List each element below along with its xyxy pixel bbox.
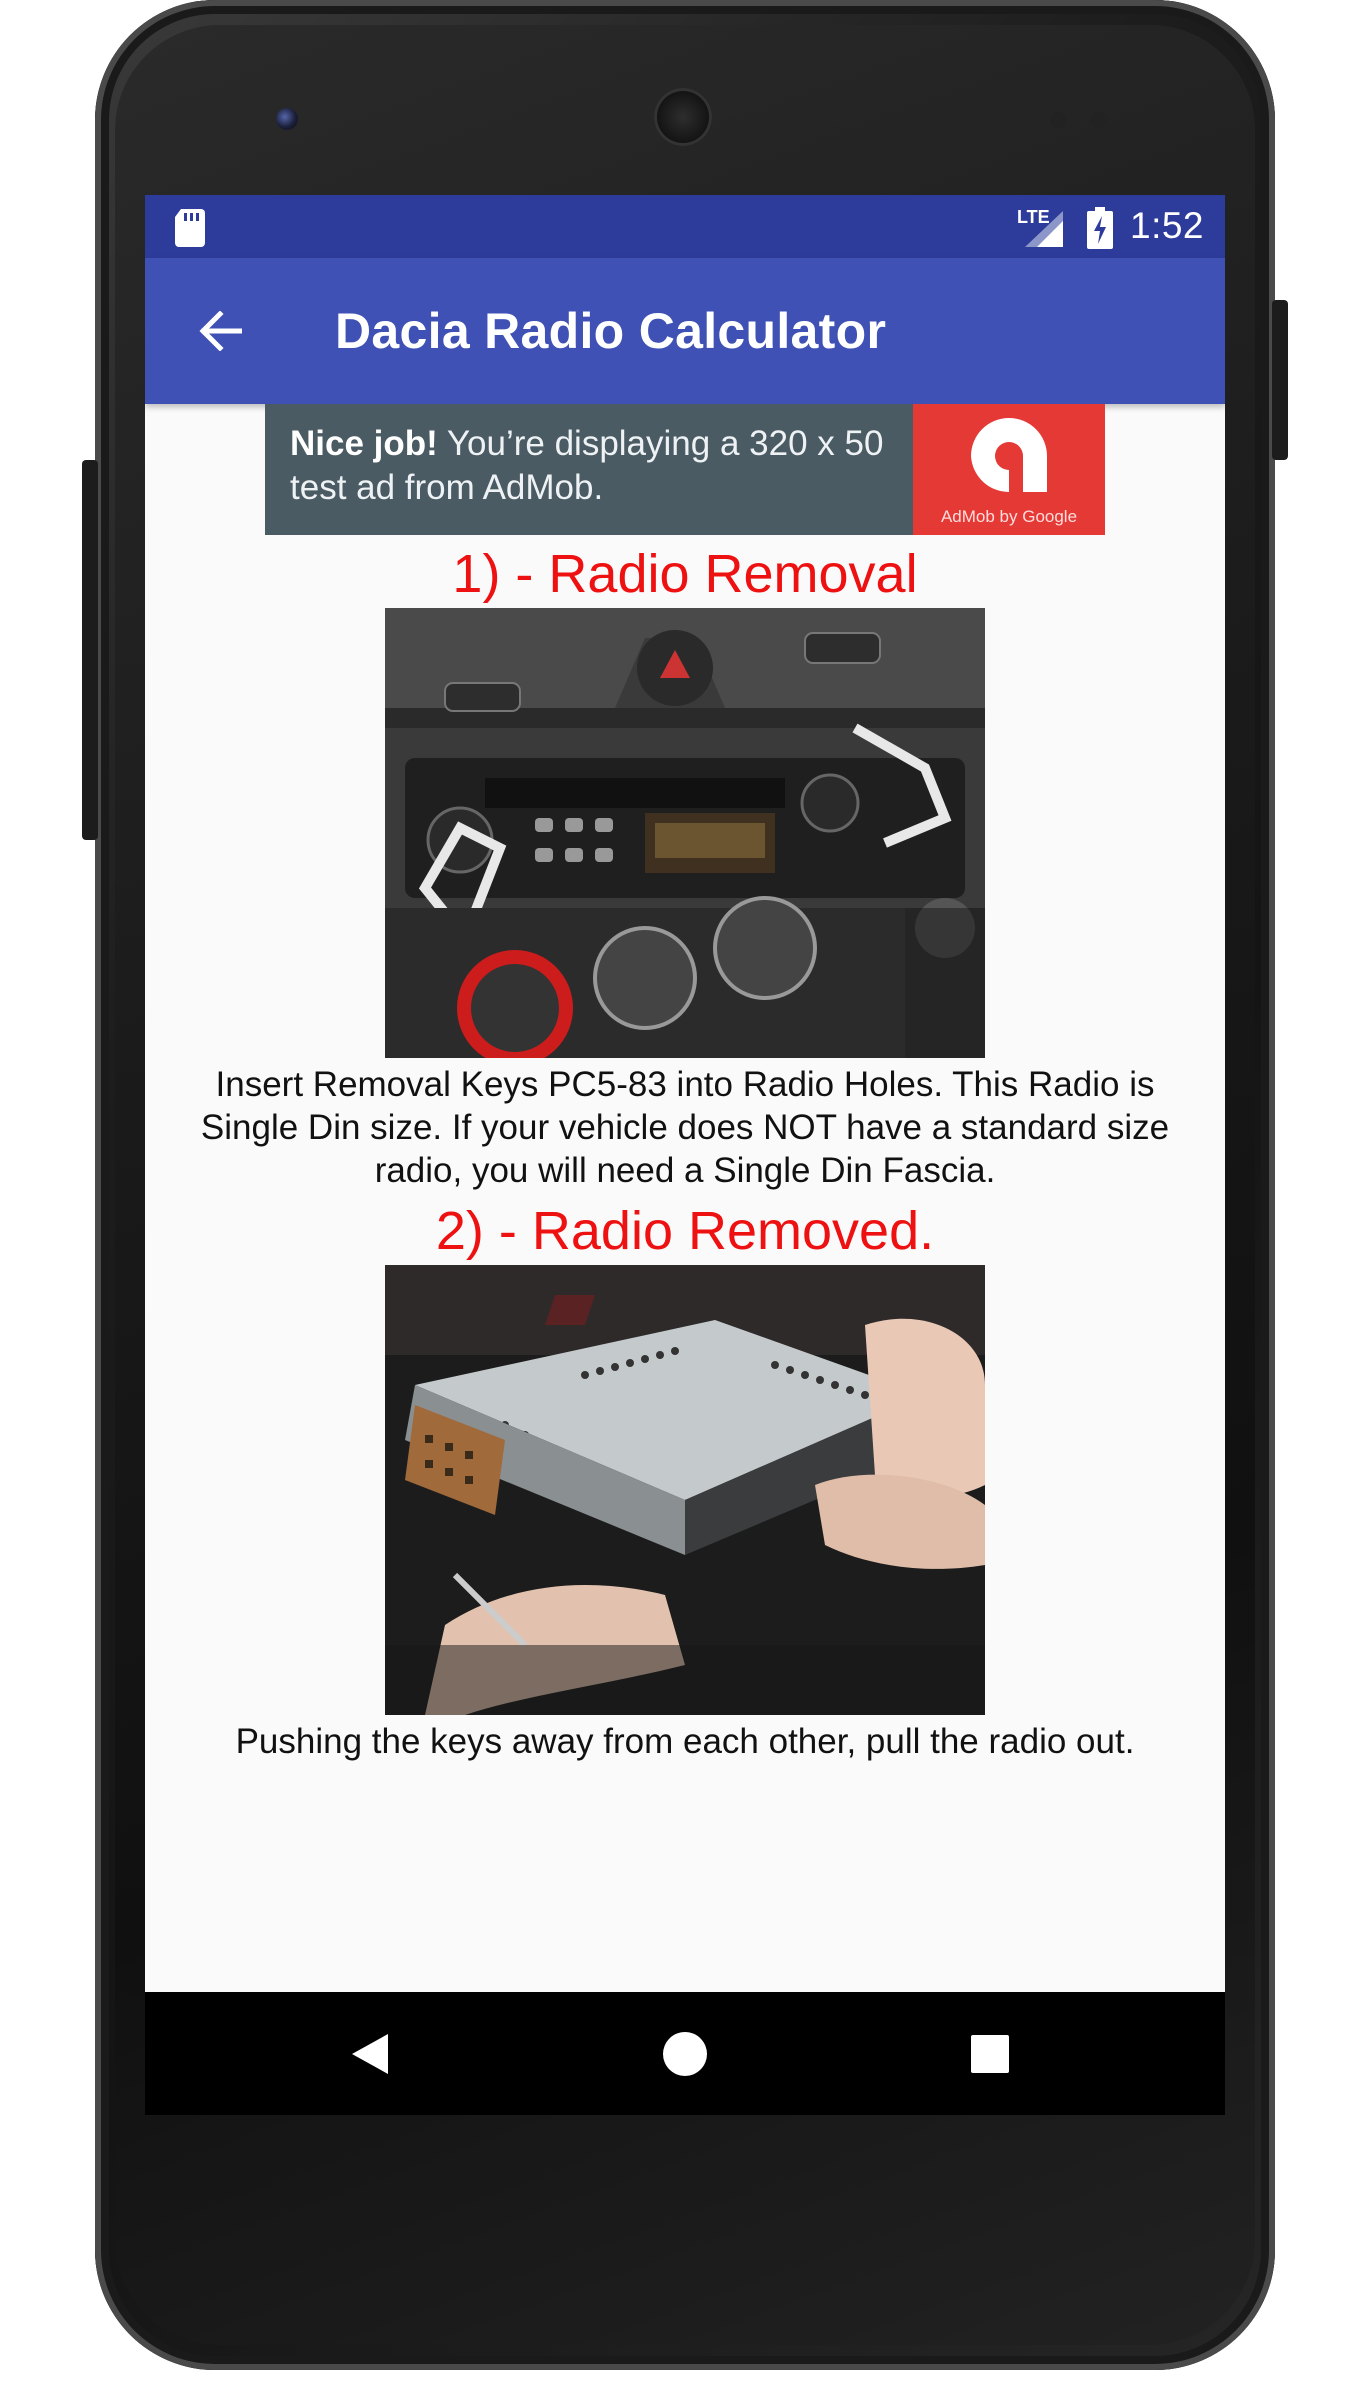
power-button xyxy=(1272,300,1288,460)
app-title: Dacia Radio Calculator xyxy=(335,303,887,359)
nav-home-button[interactable] xyxy=(615,1992,755,2115)
section-title-2: 2) - Radio Removed. xyxy=(435,1201,935,1261)
earpiece-speaker xyxy=(654,88,712,146)
battery-charging-icon xyxy=(1087,207,1113,249)
arrow-back-icon xyxy=(199,311,242,351)
navigation-bar xyxy=(145,1992,1225,2115)
proximity-sensor xyxy=(1050,112,1066,128)
section-caption-2: Pushing the keys away from each other, p… xyxy=(235,1722,1135,1761)
nav-recents-button[interactable] xyxy=(920,1992,1060,2115)
sd-card-icon xyxy=(175,209,205,247)
screen: LTE 1:52 Dacia Radio Calculator Nice job… xyxy=(145,195,1225,2115)
section-caption-1: Insert Removal Keys PC5-83 into Radio Ho… xyxy=(200,1065,1170,1190)
radio-removed-photo xyxy=(385,1265,985,1715)
ad-banner[interactable]: Nice job! You’re displaying a 320 x 50 t… xyxy=(265,404,1105,535)
status-bar: LTE 1:52 xyxy=(145,195,1225,258)
admob-logo: AdMob by Google xyxy=(913,404,1105,535)
volume-button xyxy=(82,460,98,840)
ad-text: Nice job! You’re displaying a 320 x 50 t… xyxy=(290,422,890,510)
ad-bold-text: Nice job! xyxy=(290,424,438,463)
ad-logo-caption: AdMob by Google xyxy=(940,507,1078,526)
nav-back-icon xyxy=(352,2034,388,2074)
page: LTE 1:52 Dacia Radio Calculator Nice job… xyxy=(0,0,1370,2405)
network-type-label: LTE xyxy=(1017,207,1050,227)
front-camera-icon xyxy=(276,108,298,130)
nav-home-icon xyxy=(663,2032,707,2076)
radio-removal-photo xyxy=(385,608,985,1058)
section-title-1: 1) - Radio Removal xyxy=(452,544,918,604)
nav-recents-icon xyxy=(971,2035,1009,2073)
back-button[interactable] xyxy=(185,296,255,366)
light-sensor xyxy=(1090,112,1106,128)
nav-back-button[interactable] xyxy=(300,1992,440,2115)
app-bar: Dacia Radio Calculator xyxy=(145,258,1225,404)
status-clock: 1:52 xyxy=(1130,205,1205,246)
